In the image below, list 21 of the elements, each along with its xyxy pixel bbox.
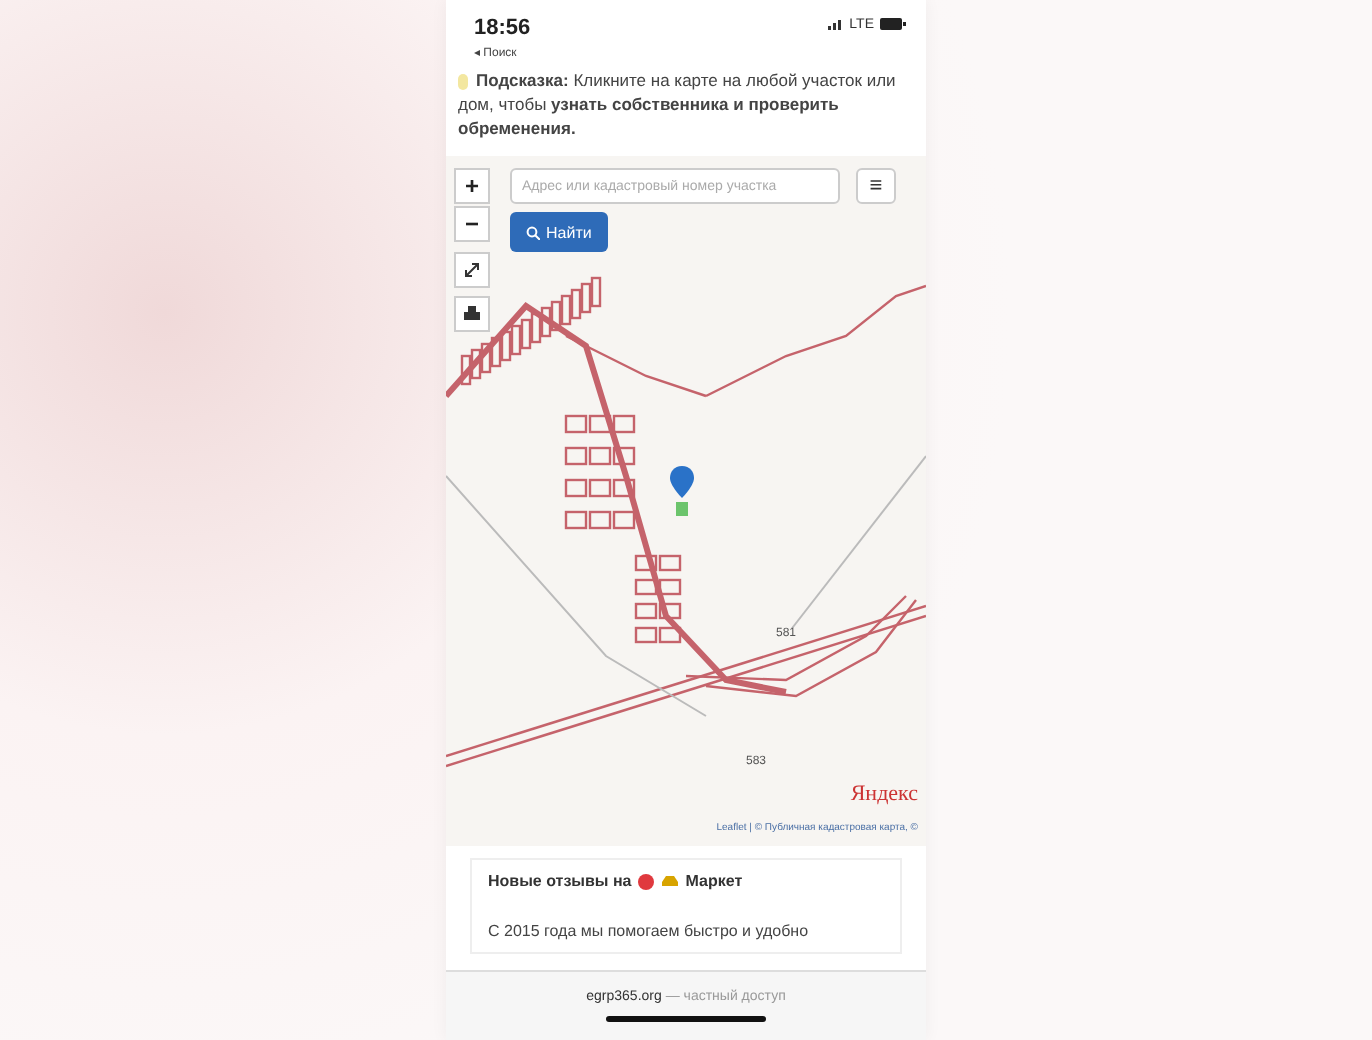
car-icon: [659, 874, 680, 888]
search-icon: [526, 225, 540, 239]
reviews-text: С 2015 года мы помогаем быстро и удобно: [488, 922, 811, 940]
map-provider-logo: Яндекс: [850, 782, 918, 806]
find-button[interactable]: Найти: [510, 212, 608, 252]
lightbulb-icon: [458, 73, 468, 90]
printer-icon: [464, 306, 480, 322]
hint-text: Подсказка: Кликните на карте на любой участок или дом, чтобы узнать собственника и проверить обременения.: [458, 68, 898, 140]
fullscreen-button[interactable]: [454, 252, 490, 288]
expand-icon: [464, 262, 480, 278]
circle-logo-icon: [637, 873, 654, 889]
market-label: Маркет: [685, 872, 743, 890]
zoom-out-button[interactable]: −: [454, 206, 490, 242]
reviews-title: Новые отзывы на: [488, 872, 632, 890]
menu-button[interactable]: ≡: [856, 168, 896, 204]
print-button[interactable]: [454, 296, 490, 332]
signal-icon: [827, 18, 844, 30]
zoom-in-button[interactable]: +: [454, 168, 490, 204]
location-pin-icon: [670, 466, 694, 518]
battery-icon: [880, 18, 906, 30]
clock-time: 18:56: [474, 16, 531, 40]
